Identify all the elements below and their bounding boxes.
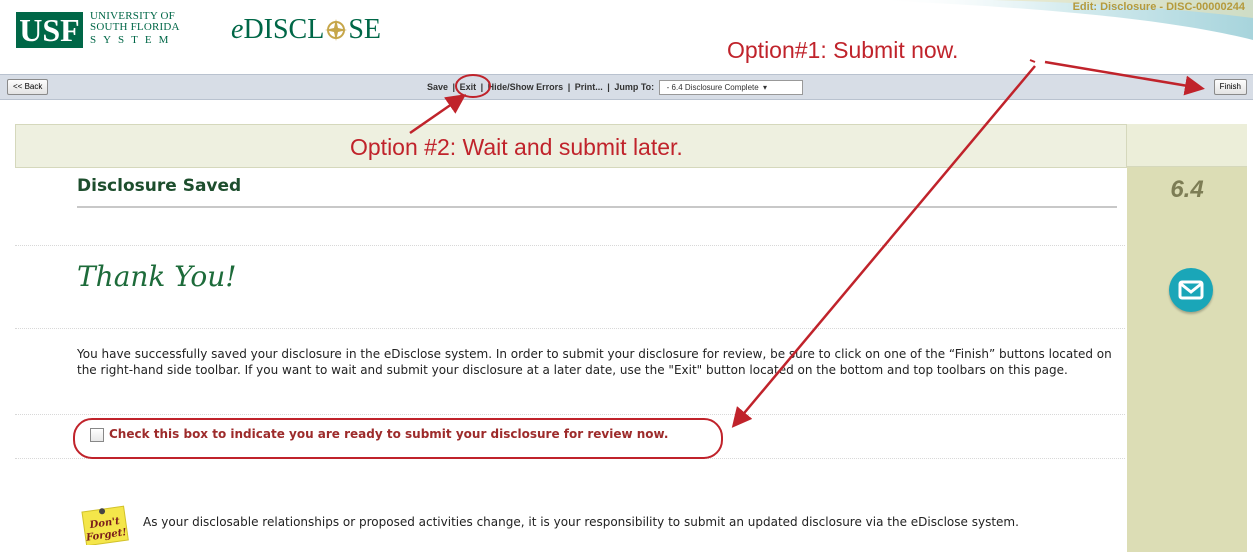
jump-to-value: - 6.4 Disclosure Complete: [666, 83, 759, 93]
toolbar-separator: |: [607, 82, 610, 92]
top-toolbar: << Back Save | Exit | Hide/Show Errors |…: [0, 74, 1253, 100]
compass-star-icon: [325, 19, 348, 41]
content-divider: [15, 458, 1125, 459]
reminder-text: As your disclosable relationships or pro…: [143, 515, 1019, 529]
university-line-2: SOUTH FLORIDA: [90, 21, 180, 33]
content-divider: [15, 245, 1125, 246]
dont-forget-note-icon: Don't Forget!: [81, 505, 129, 545]
university-line-3: SYSTEM: [90, 34, 176, 46]
section-title: Disclosure Saved: [77, 176, 242, 196]
edisclose-logo-main: DISCL: [243, 14, 325, 45]
toolbar-separator: |: [567, 82, 571, 92]
jump-to-label: Jump To:: [614, 82, 655, 92]
title-divider: [77, 206, 1117, 208]
toolbar-separator: |: [480, 82, 484, 92]
usf-logo: USF: [16, 12, 83, 48]
edisclose-logo-prefix: e: [231, 14, 244, 45]
print-link[interactable]: Print...: [575, 82, 603, 92]
save-link[interactable]: Save: [427, 82, 448, 92]
header: USF UNIVERSITY OF SOUTH FLORIDA SYSTEM e…: [0, 0, 1253, 68]
jump-to-select[interactable]: - 6.4 Disclosure Complete ▾: [658, 80, 803, 96]
thank-you-heading: Thank You!: [77, 260, 237, 293]
instructions-text: You have successfully saved your disclos…: [77, 347, 1112, 377]
university-name-block: UNIVERSITY OF SOUTH FLORIDA SYSTEM: [90, 11, 210, 47]
edisclose-logo: eDISCL SE: [231, 14, 381, 46]
back-button[interactable]: << Back: [7, 79, 49, 95]
hide-show-errors-link[interactable]: Hide/Show Errors: [488, 82, 564, 92]
ready-to-submit-checkbox[interactable]: [90, 428, 104, 442]
edit-title: Edit: Disclosure - DISC-00000244: [1072, 1, 1245, 13]
step-number: 6.4: [1170, 176, 1204, 203]
mail-icon[interactable]: [1169, 268, 1213, 312]
content-divider: [15, 414, 1125, 415]
annotation-option-1: Option#1: Submit now.: [727, 37, 959, 63]
mail-icon-glyph: [1178, 280, 1204, 300]
ready-to-submit-label[interactable]: Check this box to indicate you are ready…: [109, 427, 668, 441]
chevron-down-icon: ▾: [760, 83, 767, 93]
right-sidebar-header: [1127, 124, 1247, 167]
exit-link[interactable]: Exit: [460, 82, 477, 92]
annotation-option-2: Option #2: Wait and submit later.: [350, 134, 683, 160]
edisclose-logo-suffix: SE: [348, 14, 382, 45]
content-divider: [15, 328, 1125, 329]
toolbar-actions: Save | Exit | Hide/Show Errors | Print..…: [426, 80, 804, 96]
finish-button[interactable]: Finish: [1213, 79, 1247, 95]
right-sidebar: 6.4: [1127, 124, 1247, 552]
toolbar-separator: |: [452, 82, 456, 92]
